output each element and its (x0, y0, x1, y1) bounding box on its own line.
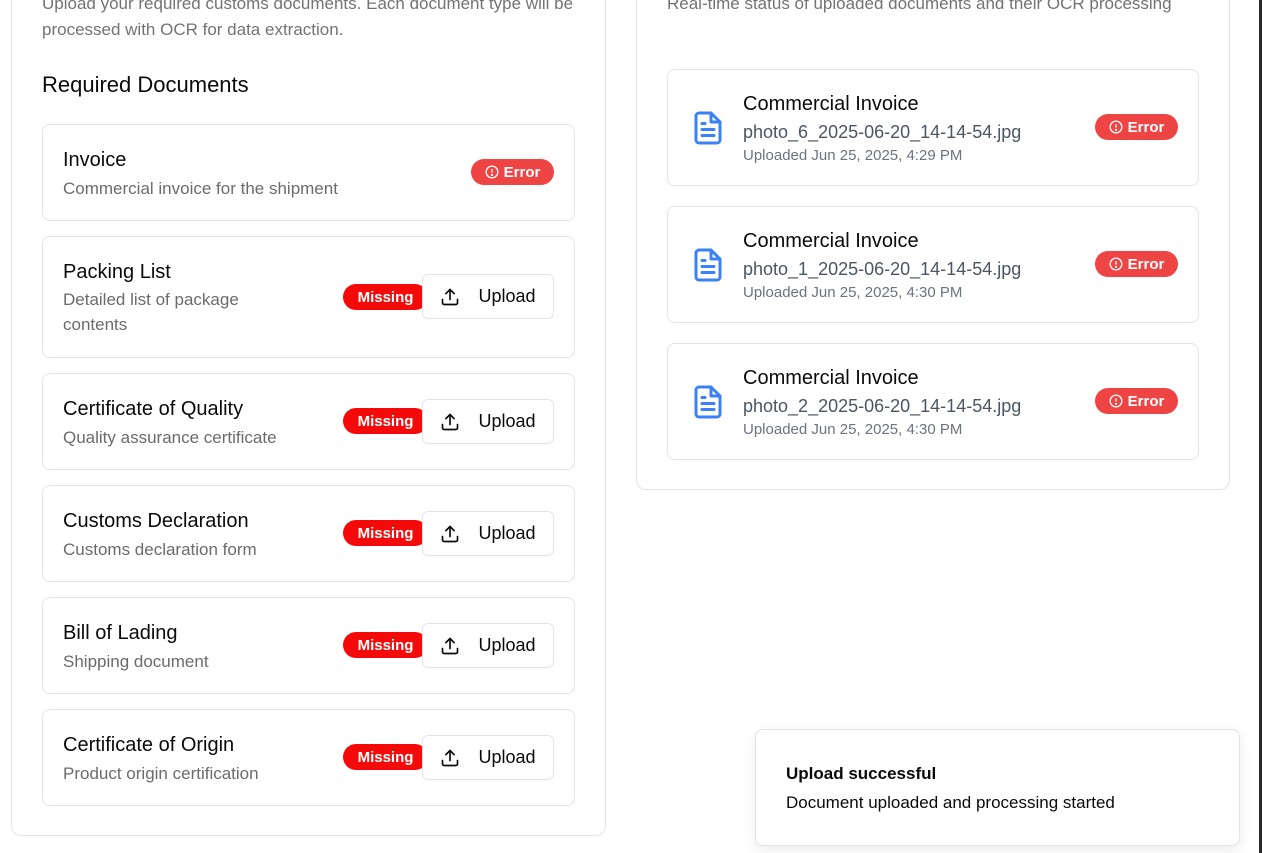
document-subtitle: Customs declaration form (63, 540, 257, 559)
toast-title: Upload successful (786, 764, 937, 783)
document-title: Bill of Lading (63, 622, 178, 644)
status-badge-missing: Missing (343, 284, 428, 310)
file-text-icon (694, 248, 722, 282)
file-name: photo_6_2025-06-20_14-14-54.jpg (743, 122, 1022, 142)
document-subtitle: Quality assurance certificate (63, 428, 277, 447)
alert-circle-icon (1109, 394, 1123, 408)
file-text-icon (694, 111, 722, 145)
section-title: Required Documents (42, 72, 249, 97)
toast-notification[interactable]: Upload successful Document uploaded and … (755, 729, 1240, 846)
upload-button-certificate-of-quality[interactable]: Upload (422, 399, 554, 444)
upload-icon (442, 637, 459, 654)
upload-icon (442, 288, 459, 305)
upload-button-certificate-of-origin[interactable]: Upload (422, 735, 554, 780)
upload-label: Upload (478, 523, 536, 543)
document-row-certificate-of-quality: Certificate of Quality Quality assurance… (42, 373, 575, 470)
document-title: Packing List (63, 261, 171, 283)
document-title: Certificate of Origin (63, 734, 235, 756)
upload-icon (442, 413, 459, 430)
document-row-packing-list: Packing List Detailed list of package co… (42, 236, 575, 358)
status-label: Error (1127, 118, 1165, 136)
status-badge-error: Error (471, 159, 554, 185)
document-row-customs-declaration: Customs Declaration Customs declaration … (42, 485, 575, 582)
uploaded-file-row[interactable]: Commercial Invoice photo_1_2025-06-20_14… (667, 206, 1199, 323)
document-title: Customs Declaration (63, 510, 249, 532)
document-title: Certificate of Quality (63, 398, 244, 420)
file-name: photo_2_2025-06-20_14-14-54.jpg (743, 396, 1022, 416)
alert-circle-icon (1109, 257, 1123, 271)
file-document-type: Commercial Invoice (743, 367, 919, 389)
document-subtitle: Shipping document (63, 652, 209, 671)
upload-button-customs-declaration[interactable]: Upload (422, 511, 554, 556)
status-label: Error (1127, 392, 1165, 410)
upload-button-packing-list[interactable]: Upload (422, 274, 554, 319)
status-badge-error: Error (1095, 251, 1178, 277)
document-subtitle: Product origin certification (63, 764, 259, 783)
status-badge-error: Error (1095, 114, 1178, 140)
status-badge-error: Error (1095, 388, 1178, 414)
upload-label: Upload (478, 747, 536, 767)
card-description: Real-time status of uploaded documents a… (667, 0, 1172, 13)
alert-circle-icon (1109, 120, 1123, 134)
status-badge-missing: Missing (343, 520, 428, 546)
uploaded-file-row[interactable]: Commercial Invoice photo_6_2025-06-20_14… (667, 69, 1199, 186)
document-row-invoice: Invoice Commercial invoice for the shipm… (42, 124, 575, 221)
file-text-icon (694, 385, 722, 419)
file-upload-time: Uploaded Jun 25, 2025, 4:30 PM (743, 284, 963, 301)
upload-icon (442, 749, 459, 766)
upload-label: Upload (478, 286, 536, 306)
file-document-type: Commercial Invoice (743, 230, 919, 252)
status-label: Error (503, 163, 541, 181)
required-documents-card: Upload your required customs documents. … (11, 0, 606, 836)
document-subtitle: Commercial invoice for the shipment (63, 179, 338, 198)
status-label: Error (1127, 255, 1165, 273)
file-upload-time: Uploaded Jun 25, 2025, 4:30 PM (743, 421, 963, 438)
alert-circle-icon (485, 165, 499, 179)
document-row-certificate-of-origin: Certificate of Origin Product origin cer… (42, 709, 575, 806)
uploaded-file-row[interactable]: Commercial Invoice photo_2_2025-06-20_14… (667, 343, 1199, 460)
upload-button-bill-of-lading[interactable]: Upload (422, 623, 554, 668)
upload-label: Upload (478, 635, 536, 655)
card-description: Upload your required customs documents. … (42, 0, 574, 39)
document-status-card: Real-time status of uploaded documents a… (636, 0, 1230, 490)
document-row-bill-of-lading: Bill of Lading Shipping document Missing… (42, 597, 575, 694)
status-badge-missing: Missing (343, 408, 428, 434)
document-title: Invoice (63, 149, 127, 171)
status-badge-missing: Missing (343, 632, 428, 658)
toast-description: Document uploaded and processing started (786, 793, 1115, 812)
file-upload-time: Uploaded Jun 25, 2025, 4:29 PM (743, 147, 963, 164)
upload-label: Upload (478, 411, 536, 431)
document-subtitle: Detailed list of package contents (63, 290, 239, 334)
status-badge-missing: Missing (343, 744, 428, 770)
file-document-type: Commercial Invoice (743, 93, 919, 115)
upload-icon (442, 525, 459, 542)
file-name: photo_1_2025-06-20_14-14-54.jpg (743, 259, 1022, 279)
